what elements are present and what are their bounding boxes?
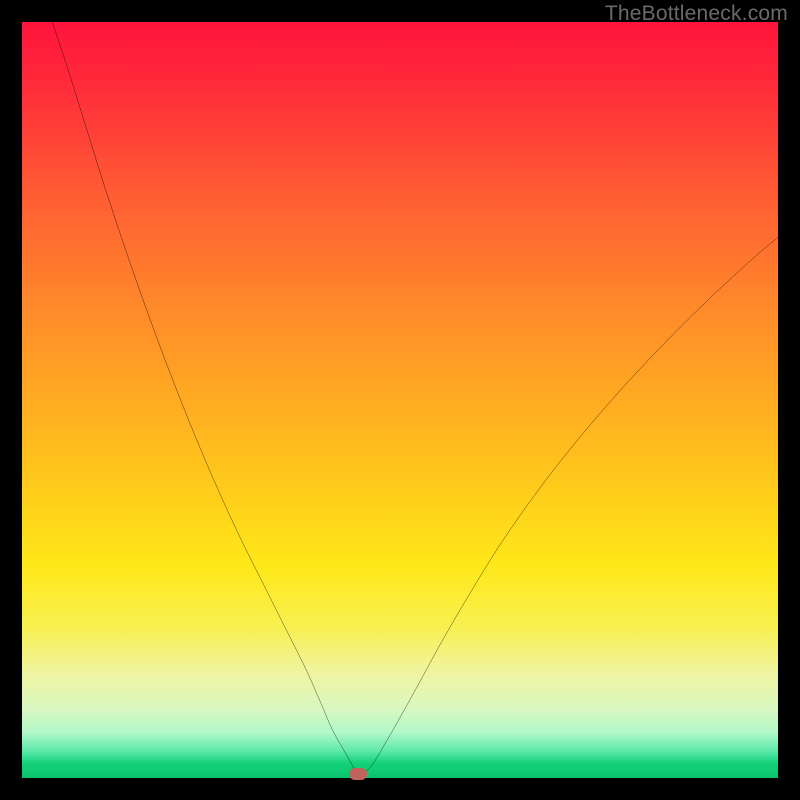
attribution-text: TheBottleneck.com — [605, 2, 788, 26]
optimum-marker — [349, 768, 367, 780]
chart-frame: TheBottleneck.com — [0, 0, 800, 800]
plot-area — [22, 22, 778, 778]
bottleneck-curve — [22, 22, 778, 778]
